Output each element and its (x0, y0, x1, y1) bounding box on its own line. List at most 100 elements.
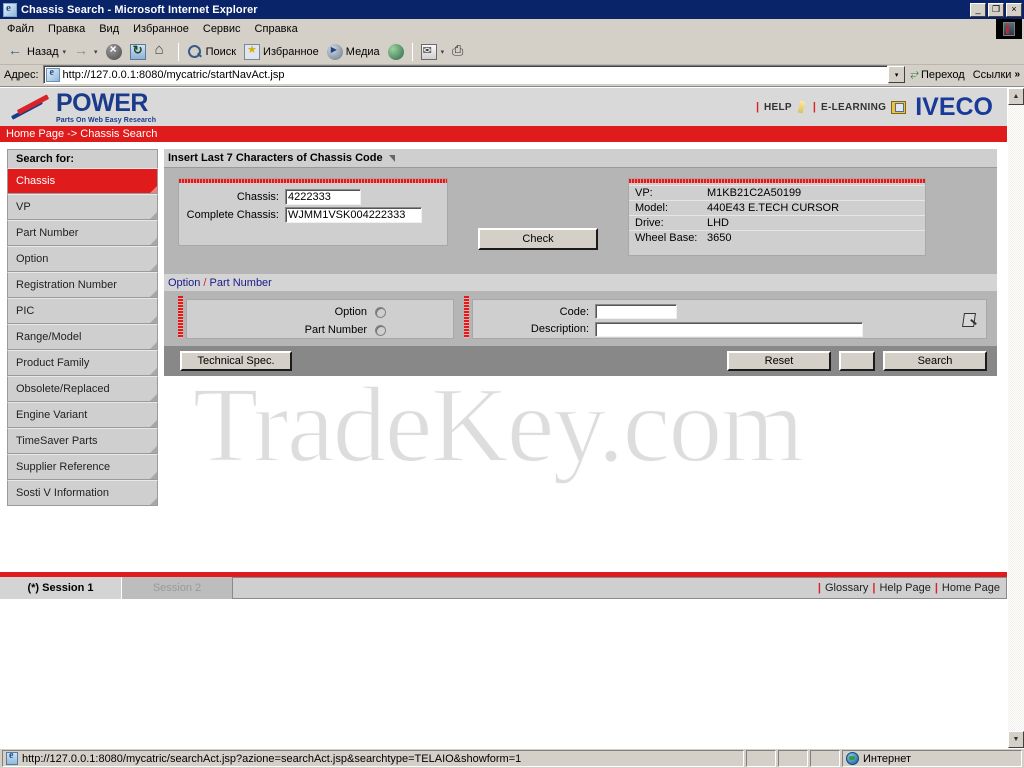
sidebar-item-engine-variant[interactable]: Engine Variant (7, 402, 158, 428)
magnifier-lookup-icon[interactable] (962, 312, 978, 328)
status-cell-2 (778, 750, 808, 767)
blank-button[interactable] (839, 351, 875, 371)
ie-brand-animation (996, 19, 1022, 39)
sidebar-item-label: Sosti V Information (16, 487, 109, 499)
menu-item-edit[interactable]: Правка (41, 21, 92, 37)
go-label: Переход (921, 68, 965, 81)
tab-session-2[interactable]: Session 2 (122, 577, 232, 599)
code-label: Code: (559, 305, 589, 318)
print-button[interactable] (448, 41, 472, 63)
sidebar-item-timesaver-parts[interactable]: TimeSaver Parts (7, 428, 158, 454)
favorites-button[interactable]: Избранное (240, 41, 323, 63)
sidebar-item-label: Obsolete/Replaced (16, 383, 110, 395)
mail-button[interactable]: ▾ (417, 41, 449, 63)
sidebar-item-vp[interactable]: VP (7, 194, 158, 220)
home-page-link[interactable]: Home Page (942, 582, 1000, 594)
home-icon (154, 41, 170, 60)
search-button[interactable]: Search (883, 351, 987, 371)
tab-session-1[interactable]: (*) Session 1 (0, 577, 122, 599)
menu-item-tools[interactable]: Сервис (196, 21, 248, 37)
code-input[interactable] (595, 304, 677, 320)
double-chevron-icon: » (1014, 69, 1020, 80)
address-input[interactable]: http://127.0.0.1:8080/mycatric/startNavA… (42, 65, 889, 84)
page-title: Insert Last 7 Characters of Chassis Code (168, 152, 383, 164)
favorites-label: Избранное (263, 45, 319, 58)
sidebar-item-chassis[interactable]: Chassis (7, 168, 158, 194)
sidebar-item-pic[interactable]: PIC (7, 298, 158, 324)
content-body: Search for: Chassis VP Part Number Optio… (0, 142, 1007, 572)
complete-chassis-input[interactable]: WJMM1VSK004222333 (285, 207, 422, 223)
help-link[interactable]: HELP (764, 102, 792, 113)
chevron-down-icon-mail[interactable]: ▾ (441, 48, 445, 56)
sidebar-item-supplier-reference[interactable]: Supplier Reference (7, 454, 158, 480)
reset-button[interactable]: Reset (727, 351, 831, 371)
links-button[interactable]: Ссылки » (971, 69, 1022, 81)
help-page-link[interactable]: Help Page (879, 582, 930, 594)
corner-marker-icon (150, 446, 157, 453)
address-dropdown-button[interactable]: ▾ (888, 66, 906, 83)
scroll-track[interactable] (1008, 105, 1024, 731)
minimize-button[interactable]: _ (970, 2, 986, 17)
page-content: POWER Parts On Web Easy Research | HELP … (0, 88, 1007, 748)
glossary-link[interactable]: Glossary (825, 582, 868, 594)
media-label: Медиа (345, 45, 380, 58)
sidebar-item-registration-number[interactable]: Registration Number (7, 272, 158, 298)
search-button[interactable]: Поиск (183, 41, 240, 63)
home-button[interactable] (150, 41, 174, 63)
toolbar-divider-1 (177, 42, 179, 61)
complete-chassis-field-row: Complete Chassis: WJMM1VSK004222333 (179, 207, 447, 223)
part-number-link[interactable]: Part Number (209, 277, 271, 289)
scroll-down-button[interactable]: ▼ (1008, 731, 1024, 748)
info-key: VP: (635, 187, 653, 199)
corner-marker-icon (150, 212, 157, 219)
vehicle-info-group: VP: M1KB21C2A50199 Model: 440E43 E.TECH … (628, 178, 926, 256)
media-button[interactable]: Медиа (323, 41, 384, 63)
menu-item-file[interactable]: Файл (0, 21, 41, 37)
chassis-input[interactable]: 4222333 (285, 189, 361, 205)
part-number-radio-row[interactable]: Part Number (187, 321, 453, 339)
option-link[interactable]: Option (168, 277, 200, 289)
sidebar-item-obsolete-replaced[interactable]: Obsolete/Replaced (7, 376, 158, 402)
part-number-radio-button[interactable] (375, 324, 386, 336)
navigation-toolbar: Назад ▾ ▾ Поиск Избранное Медиа ▾ (0, 39, 1024, 65)
footer-divider-3: | (934, 582, 938, 594)
technical-spec-button[interactable]: Technical Spec. (180, 351, 292, 371)
sidebar-item-part-number[interactable]: Part Number (7, 220, 158, 246)
corner-marker-icon (150, 498, 157, 505)
scroll-up-button[interactable]: ▲ (1008, 88, 1024, 105)
sidebar-item-label: PIC (16, 305, 35, 317)
corner-marker-icon (150, 264, 157, 271)
forward-button[interactable]: ▾ (70, 41, 102, 63)
option-radio-row[interactable]: Option (187, 303, 453, 321)
restore-button[interactable]: ❐ (988, 2, 1004, 17)
status-url-cell: http://127.0.0.1:8080/mycatric/searchAct… (2, 750, 744, 767)
mail-icon (420, 43, 437, 60)
refresh-button[interactable] (126, 41, 150, 63)
sidebar-item-option[interactable]: Option (7, 246, 158, 272)
menu-item-view[interactable]: Вид (92, 21, 126, 37)
globe-icon (846, 752, 859, 765)
close-button[interactable]: × (1006, 2, 1022, 17)
chevron-down-icon[interactable]: ▾ (63, 48, 67, 56)
power-logo[interactable]: POWER Parts On Web Easy Research (8, 90, 156, 124)
menu-item-favorites[interactable]: Избранное (126, 21, 196, 37)
elearning-link[interactable]: E-LEARNING (821, 102, 886, 113)
collapse-triangle-icon[interactable] (388, 154, 395, 162)
menu-item-help[interactable]: Справка (248, 21, 305, 37)
history-button[interactable] (384, 41, 408, 63)
option-radio-button[interactable] (375, 306, 386, 318)
sidebar-item-product-family[interactable]: Product Family (7, 350, 158, 376)
address-label: Адрес: (4, 68, 39, 81)
description-input[interactable] (595, 321, 863, 337)
stop-button[interactable] (102, 41, 126, 63)
check-button[interactable]: Check (478, 228, 598, 250)
chevron-down-icon-forward[interactable]: ▾ (94, 48, 98, 56)
back-button[interactable]: Назад ▾ (4, 41, 70, 63)
sidebar-item-range-model[interactable]: Range/Model (7, 324, 158, 350)
option-partnumber-section-label: Option / Part Number (164, 274, 997, 291)
menu-bar: Файл Правка Вид Избранное Сервис Справка (0, 19, 1024, 39)
go-button[interactable]: ⥂ Переход (907, 68, 971, 81)
corner-marker-icon (150, 472, 157, 479)
page-scrollbar[interactable]: ▲ ▼ (1007, 88, 1024, 748)
sidebar-item-sosti-v-information[interactable]: Sosti V Information (7, 480, 158, 506)
